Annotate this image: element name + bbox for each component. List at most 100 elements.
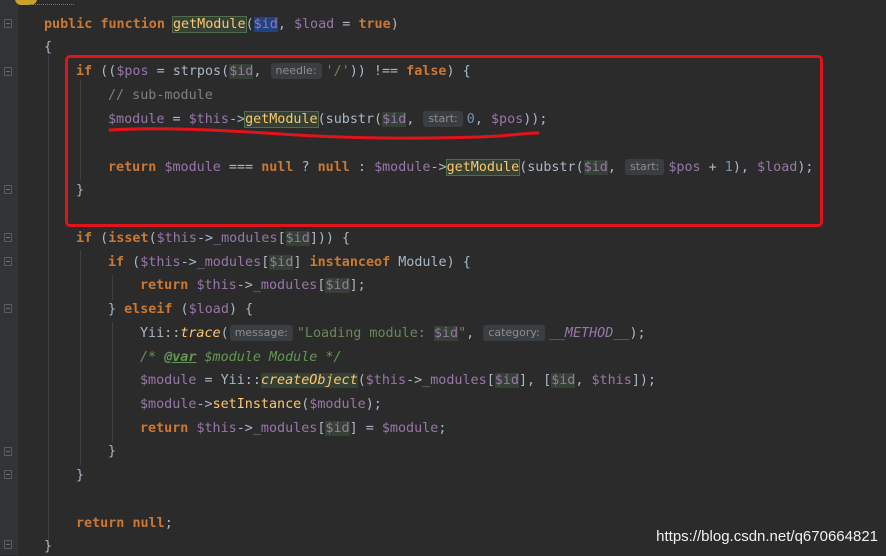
variable: $id	[494, 373, 519, 388]
property: _modules	[196, 255, 262, 270]
function-name: getModule	[172, 16, 247, 33]
function-name: trace	[180, 326, 221, 341]
keyword: function	[100, 17, 165, 32]
keyword: instanceof	[309, 255, 391, 270]
variable: $module	[381, 421, 439, 436]
doc-comment	[196, 350, 204, 365]
fold-marker-icon[interactable]	[4, 185, 12, 194]
code-line[interactable]: {	[44, 38, 52, 57]
fold-marker-icon[interactable]	[4, 470, 12, 479]
code-text: ]);	[631, 373, 656, 388]
string-literal: "	[458, 326, 467, 341]
function-name: setInstance	[212, 397, 302, 412]
keyword: return	[76, 516, 125, 531]
code-line[interactable]: $module->setInstance($module);	[140, 395, 382, 414]
code-text: (	[148, 231, 157, 246]
property: _modules	[213, 231, 278, 246]
code-text: ]	[293, 255, 310, 270]
doc-comment: /*	[140, 350, 165, 365]
code-text: ], [	[518, 373, 552, 388]
doc-comment: $module	[204, 350, 261, 365]
code-text: ->	[406, 373, 423, 388]
code-text: =	[334, 17, 359, 32]
code-line[interactable]: return null;	[76, 514, 173, 533]
code-line[interactable]: return $this->_modules[$id] = $module;	[140, 419, 446, 438]
code-text: ,	[277, 17, 294, 32]
code-text: [	[277, 231, 286, 246]
variable: $id	[551, 373, 576, 388]
function-name: createObject	[260, 373, 358, 388]
variable: $this	[365, 373, 407, 388]
keyword: isset	[108, 231, 149, 246]
warning-underline	[30, 1, 74, 5]
fold-marker-icon[interactable]	[4, 447, 12, 456]
code-text: ->	[196, 231, 214, 246]
code-text: ->	[180, 255, 197, 270]
code-line[interactable]: Yii::trace(message: "Loading module: $id"…	[140, 324, 646, 343]
magic-constant: __METHOD__	[548, 326, 630, 341]
property: _modules	[252, 421, 318, 436]
variable: $id	[253, 17, 278, 32]
code-text: (	[220, 326, 229, 341]
fold-marker-icon[interactable]	[4, 257, 12, 266]
fold-marker-icon[interactable]	[4, 19, 12, 28]
code-text: );	[365, 397, 382, 412]
code-text: ->	[236, 278, 253, 293]
fold-marker-icon[interactable]	[4, 540, 12, 549]
code-text: Module) {	[390, 255, 471, 270]
keyword: true	[358, 17, 391, 32]
keyword: return	[140, 421, 189, 436]
variable: $module	[140, 397, 197, 412]
code-text: Yii::	[140, 326, 181, 341]
code-text: ,	[575, 373, 592, 388]
code-line[interactable]: }	[44, 537, 52, 556]
keyword: null	[132, 516, 165, 531]
variable: $id	[325, 278, 350, 293]
code-text: = Yii::	[196, 373, 261, 388]
variable: $module	[140, 373, 197, 388]
variable: $module	[309, 397, 366, 412]
fold-marker-icon[interactable]	[4, 67, 12, 76]
code-line[interactable]: $module = Yii::createObject($this->_modu…	[140, 371, 656, 390]
code-line[interactable]: }	[76, 466, 84, 485]
code-text: )	[390, 17, 399, 32]
code-text: ];	[349, 278, 366, 293]
code-text: (	[172, 302, 189, 317]
code-line[interactable]: return $this->_modules[$id];	[140, 276, 366, 295]
code-text: (	[245, 17, 254, 32]
code-line[interactable]: /* @var $module Module */	[140, 348, 342, 367]
code-text: ->	[236, 421, 253, 436]
code-text: ] =	[349, 421, 382, 436]
code-line[interactable]: if ($this->_modules[$id] instanceof Modu…	[108, 253, 471, 272]
code-line[interactable]: public function getModule($id, $load = t…	[44, 15, 399, 34]
red-box-annotation	[65, 55, 823, 227]
code-text: ;	[164, 516, 173, 531]
keyword: if	[76, 231, 93, 246]
indent-guide	[112, 275, 113, 300]
code-line[interactable]: if (isset($this->_modules[$id])) {	[76, 229, 350, 248]
code-line[interactable]: }	[108, 442, 116, 461]
editor-gutter[interactable]	[0, 0, 18, 555]
code-text: (	[92, 231, 109, 246]
doc-tag: @var	[164, 350, 197, 365]
fold-marker-icon[interactable]	[4, 233, 12, 242]
code-line[interactable]: } elseif ($load) {	[108, 300, 253, 319]
code-text: ->	[196, 397, 213, 412]
indent-guide	[112, 322, 113, 442]
variable: $id	[285, 231, 310, 246]
variable: $this	[196, 421, 237, 436]
code-text: }	[108, 302, 125, 317]
code-text: ;	[438, 421, 447, 436]
parameter-hint: message:	[229, 325, 293, 341]
variable: $this	[591, 373, 632, 388]
code-text: ])) {	[309, 231, 351, 246]
variable: $this	[140, 255, 181, 270]
keyword: if	[108, 255, 125, 270]
code-text: (	[124, 255, 141, 270]
indent-guide	[80, 250, 81, 465]
fold-marker-icon[interactable]	[4, 304, 12, 313]
brace: }	[44, 539, 53, 554]
brace: }	[76, 468, 85, 483]
variable: $load	[293, 17, 335, 32]
watermark: https://blog.csdn.net/q670664821	[656, 528, 878, 545]
